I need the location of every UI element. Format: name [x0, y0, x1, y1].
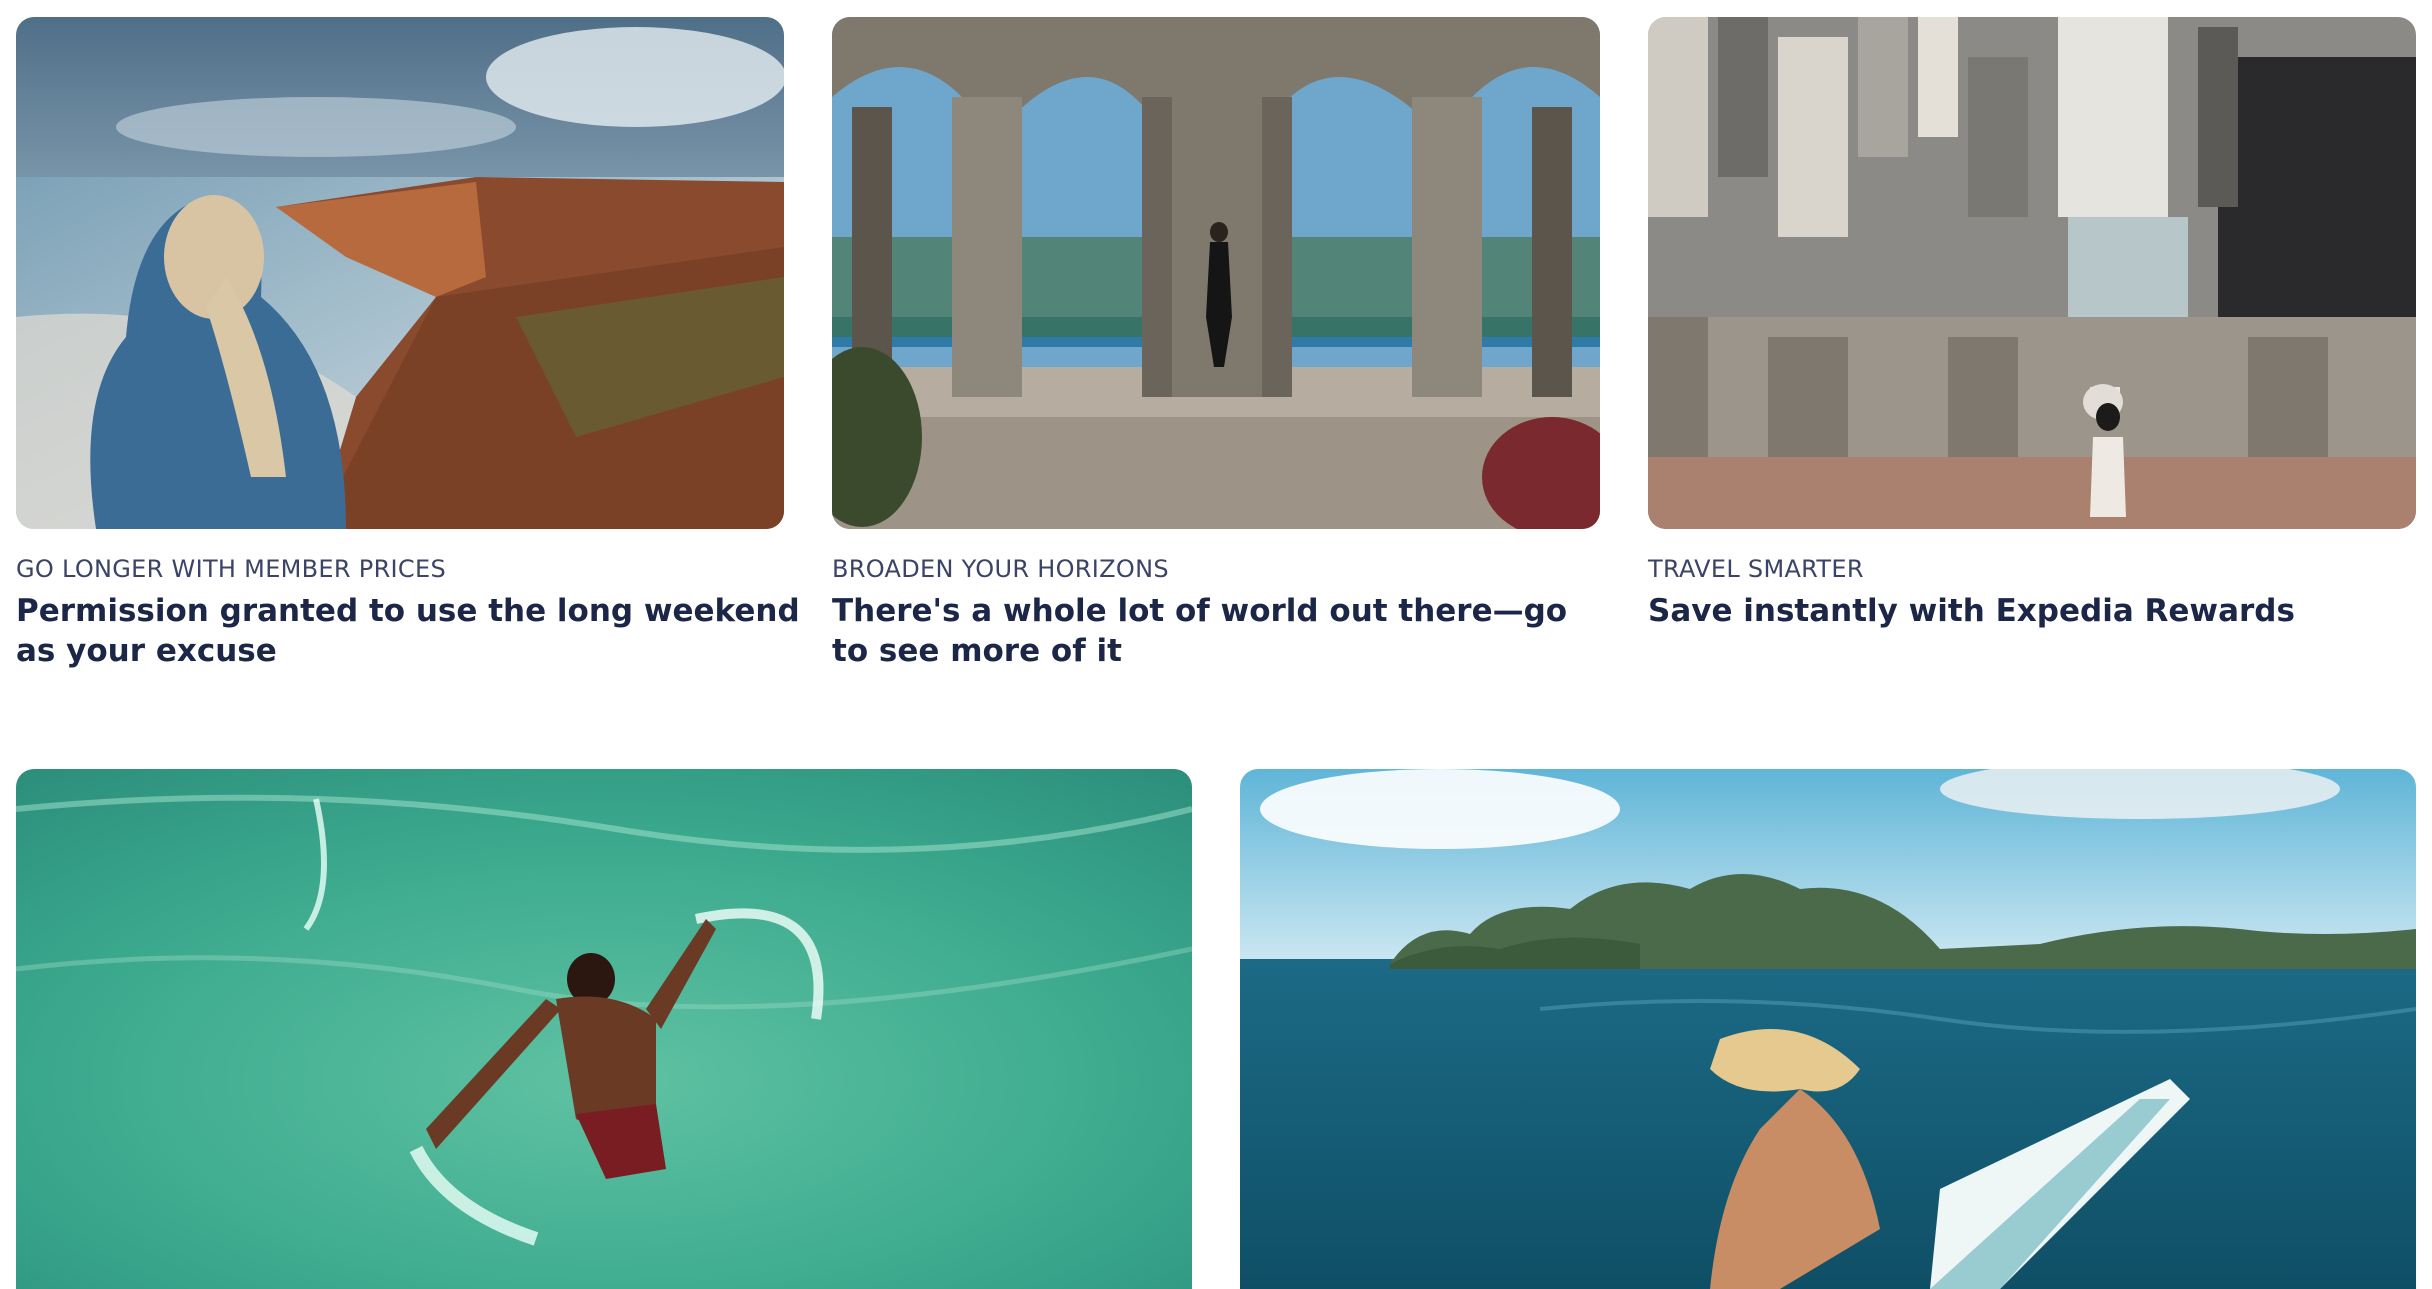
stone-arches-photo[interactable] — [832, 17, 1600, 529]
swimmer-photo[interactable] — [16, 769, 1192, 1289]
coastal-cliffs-photo[interactable] — [16, 17, 784, 529]
promo-card-travel-smarter[interactable]: TRAVEL SMARTER Save instantly with Exped… — [1648, 17, 2416, 677]
promo-card-member-prices[interactable]: GO LONGER WITH MEMBER PRICES Permission … — [16, 17, 800, 677]
promo-card-broaden-horizons[interactable]: BROADEN YOUR HORIZONS There's a whole lo… — [832, 17, 1600, 677]
card-title[interactable]: There's a whole lot of world out there—g… — [832, 591, 1582, 671]
card-eyebrow: GO LONGER WITH MEMBER PRICES — [16, 555, 446, 583]
card-title[interactable]: Save instantly with Expedia Rewards — [1648, 591, 2408, 631]
banner-swimmer[interactable] — [16, 769, 1192, 1289]
card-eyebrow: TRAVEL SMARTER — [1648, 555, 1864, 583]
card-eyebrow: BROADEN YOUR HORIZONS — [832, 555, 1169, 583]
city-rooftop-photo[interactable] — [1648, 17, 2416, 529]
banner-boat[interactable] — [1240, 769, 2416, 1289]
boat-islands-photo[interactable] — [1240, 769, 2416, 1289]
card-title[interactable]: Permission granted to use the long weeke… — [16, 591, 806, 671]
